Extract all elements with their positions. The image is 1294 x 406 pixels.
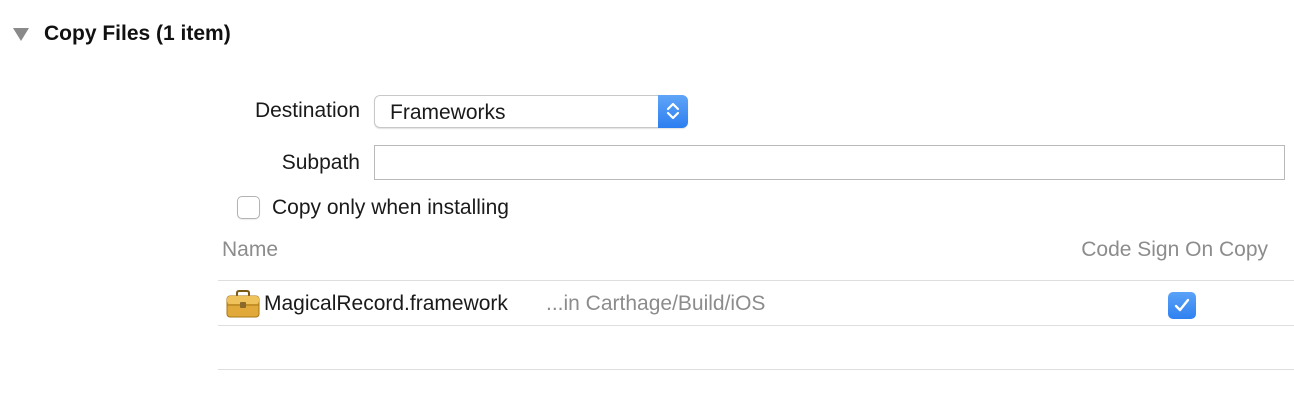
disclosure-triangle-icon[interactable] — [13, 28, 29, 41]
destination-popup[interactable]: Frameworks — [374, 95, 688, 128]
subpath-label: Subpath — [281, 151, 360, 174]
row-divider — [218, 325, 1294, 326]
file-location: ...in Carthage/Build/iOS — [546, 292, 766, 315]
column-header-code-sign[interactable]: Code Sign On Copy — [1081, 238, 1268, 262]
subpath-input[interactable] — [374, 145, 1285, 180]
copy-only-when-installing-checkbox[interactable] — [237, 196, 260, 219]
up-down-chevron-icon — [658, 95, 688, 128]
destination-label: Destination — [254, 99, 360, 122]
file-name: MagicalRecord.framework — [264, 292, 508, 315]
destination-value: Frameworks — [390, 101, 506, 124]
framework-toolbox-icon — [226, 290, 260, 323]
table-bottom-divider — [218, 369, 1294, 370]
column-header-name[interactable]: Name — [222, 238, 278, 262]
copy-only-when-installing-label[interactable]: Copy only when installing — [272, 196, 509, 220]
section-title[interactable]: Copy Files (1 item) — [44, 22, 231, 46]
code-sign-on-copy-checkbox[interactable] — [1168, 292, 1196, 319]
table-row[interactable]: MagicalRecord.framework ...in Carthage/B… — [218, 281, 1294, 325]
